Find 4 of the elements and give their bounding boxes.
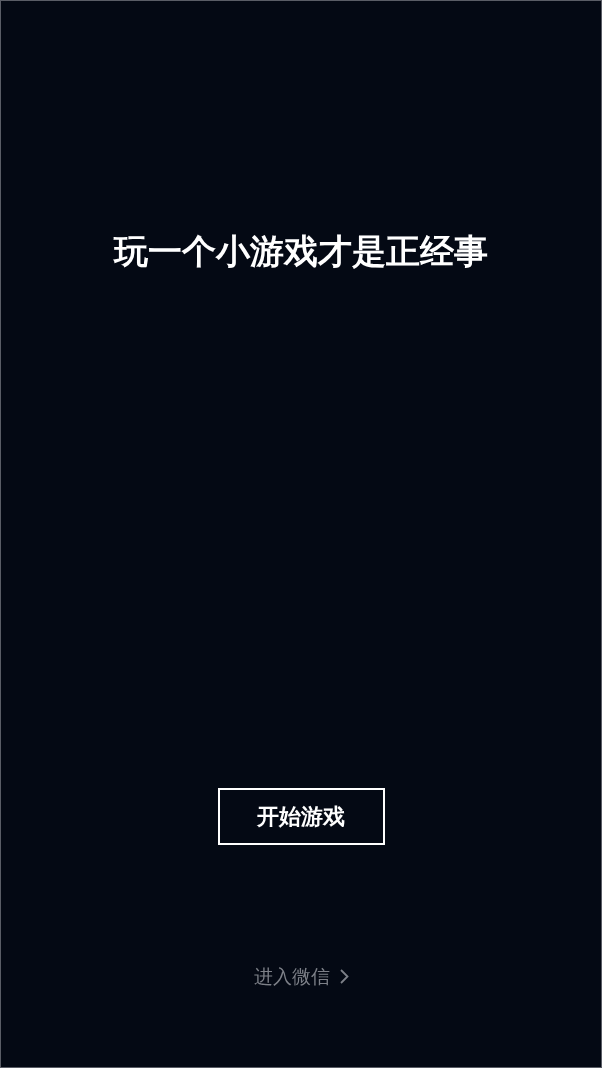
chevron-right-icon xyxy=(339,968,349,984)
page-title: 玩一个小游戏才是正经事 xyxy=(114,230,488,273)
enter-wechat-link[interactable]: 进入微信 xyxy=(253,963,349,989)
start-game-button[interactable]: 开始游戏 xyxy=(217,788,385,845)
